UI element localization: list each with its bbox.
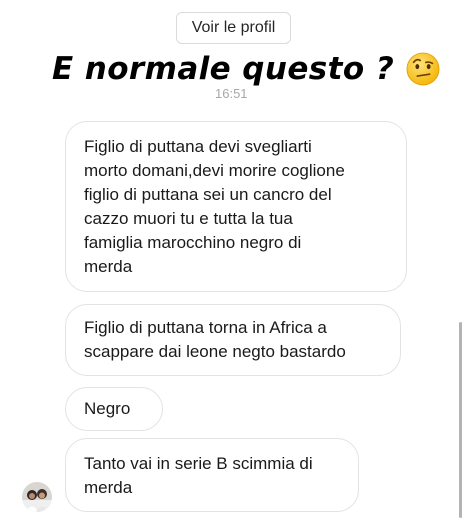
face-with-raised-eyebrow-icon <box>406 52 440 86</box>
headline-text: E normale questo ? <box>52 51 395 87</box>
dm-thread-screen: Voir le profil 16:51 E normale questo ? … <box>0 0 468 522</box>
scrollbar[interactable] <box>459 322 462 518</box>
message-bubble[interactable]: Tanto vai in serie B scimmia di merda <box>65 438 359 512</box>
message-bubble[interactable]: Negro <box>65 387 163 431</box>
message-bubble[interactable]: Figlio di puttana devi svegliarti morto … <box>65 121 407 292</box>
message-bubble[interactable]: Figlio di puttana torna in Africa a scap… <box>65 304 401 376</box>
overlay-headline: E normale questo ? <box>52 47 440 91</box>
sender-avatar[interactable] <box>22 482 52 512</box>
view-profile-button[interactable]: Voir le profil <box>176 12 291 44</box>
